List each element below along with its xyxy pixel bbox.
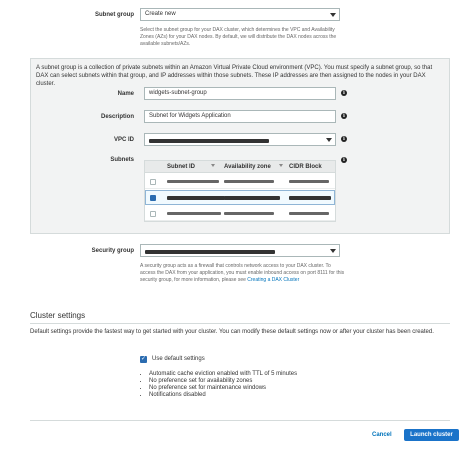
list-item: Automatic cache eviction enabled with TT…: [149, 371, 297, 378]
name-info-icon[interactable]: i: [341, 90, 347, 96]
subnets-info-icon[interactable]: i: [341, 157, 347, 163]
vpc-info-icon[interactable]: i: [341, 136, 347, 142]
availability-zone-redacted: [224, 180, 274, 183]
list-item: No preference set for maintenance window…: [149, 385, 297, 392]
subnet-group-description: A subnet group is a collection of privat…: [36, 65, 433, 87]
vpc-id-label: VPC ID: [113, 137, 134, 143]
list-item: No preference set for availability zones: [149, 378, 297, 385]
subnet-group-selected-value: Create new: [145, 11, 176, 17]
table-row[interactable]: [145, 190, 335, 205]
column-header-cidr-block[interactable]: CIDR Block: [289, 164, 322, 170]
sort-icon: [211, 164, 215, 167]
cluster-settings-description: Default settings provide the fastest way…: [30, 329, 434, 335]
subnet-id-redacted: [167, 196, 225, 200]
column-header-availability-zone[interactable]: Availability zone: [224, 164, 271, 170]
cidr-block-redacted: [289, 212, 329, 215]
description-input-value: Subnet for Widgets Application: [149, 113, 231, 119]
security-group-label: Security group: [91, 248, 134, 254]
name-input[interactable]: widgets-subnet-group: [144, 87, 336, 100]
subnet-group-select[interactable]: Create new: [140, 8, 340, 21]
cancel-button[interactable]: Cancel: [372, 432, 392, 438]
subnet-group-help: Select the subnet group for your DAX clu…: [140, 27, 337, 47]
table-row[interactable]: [145, 174, 335, 189]
table-row[interactable]: [145, 206, 335, 221]
use-default-settings-checkbox[interactable]: ✓: [140, 356, 147, 363]
creating-dax-cluster-link[interactable]: Creating a DAX Cluster: [247, 277, 299, 283]
security-group-redacted: [145, 250, 275, 254]
section-divider: [30, 323, 450, 324]
chevron-down-icon: [330, 249, 336, 253]
description-label: Description: [100, 114, 134, 120]
subnets-label: Subnets: [110, 157, 134, 163]
description-info-icon[interactable]: i: [341, 113, 347, 119]
vpc-id-select[interactable]: [144, 133, 336, 146]
launch-cluster-button[interactable]: Launch cluster: [404, 429, 459, 441]
column-header-subnet-id[interactable]: Subnet ID: [167, 164, 195, 170]
vpc-id-redacted: [149, 139, 269, 143]
footer-divider: [30, 420, 450, 421]
subnets-table-header: Subnet ID Availability zone CIDR Block: [145, 161, 335, 173]
row-checkbox[interactable]: [150, 195, 156, 201]
availability-zone-redacted: [224, 212, 274, 215]
use-default-settings-label: Use default settings: [152, 356, 205, 362]
security-group-help: A security group acts as a firewall that…: [140, 263, 346, 284]
availability-zone-redacted: [224, 196, 280, 200]
chevron-down-icon: [330, 13, 336, 17]
subnet-id-redacted: [167, 212, 221, 215]
subnet-id-redacted: [167, 180, 219, 183]
chevron-down-icon: [326, 138, 332, 142]
row-checkbox[interactable]: [150, 211, 156, 217]
sort-icon: [279, 164, 283, 167]
security-group-select[interactable]: [140, 244, 340, 257]
row-checkbox[interactable]: [150, 179, 156, 185]
cidr-block-redacted: [289, 196, 331, 200]
security-group-help-text: A security group acts as a firewall that…: [140, 263, 345, 283]
subnets-table: Subnet ID Availability zone CIDR Block: [144, 160, 336, 222]
name-label: Name: [117, 91, 134, 97]
subnet-group-label: Subnet group: [95, 12, 134, 18]
name-input-value: widgets-subnet-group: [149, 90, 207, 96]
cluster-settings-heading: Cluster settings: [30, 311, 86, 320]
list-item: Notifications disabled: [149, 392, 297, 399]
description-input[interactable]: Subnet for Widgets Application: [144, 110, 336, 123]
cidr-block-redacted: [289, 180, 329, 183]
default-settings-list: Automatic cache eviction enabled with TT…: [140, 371, 297, 399]
